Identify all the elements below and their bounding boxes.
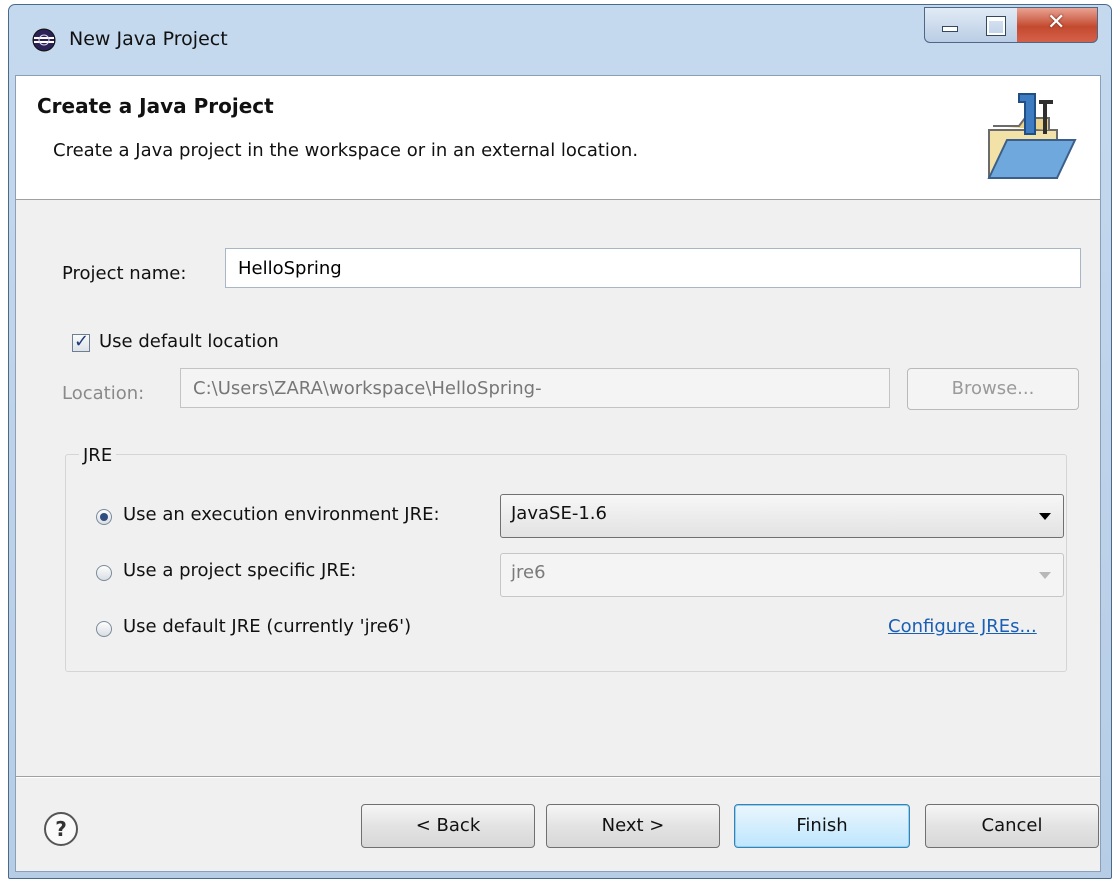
banner-title: Create a Java Project (37, 94, 274, 118)
minimize-icon (942, 26, 958, 32)
default-jre-radio[interactable] (96, 621, 112, 637)
execution-environment-select[interactable]: JavaSE-1.6 (500, 494, 1064, 538)
dialog-window: New Java Project ✕ Create a Java Project… (8, 4, 1112, 879)
next-button[interactable]: Next > (546, 804, 720, 848)
title-bar[interactable]: New Java Project ✕ (9, 5, 1111, 75)
cancel-button[interactable]: Cancel (925, 804, 1099, 848)
back-button[interactable]: < Back (361, 804, 535, 848)
execution-environment-radio[interactable] (96, 509, 112, 525)
configure-jres-link[interactable]: Configure JREs... (888, 616, 1037, 637)
execution-environment-label: Use an execution environment JRE: (123, 504, 440, 525)
project-specific-jre-radio[interactable] (96, 565, 112, 581)
dialog-content: Create a Java Project Create a Java proj… (15, 75, 1101, 872)
project-name-input[interactable] (225, 248, 1081, 288)
project-specific-jre-label: Use a project specific JRE: (123, 560, 357, 581)
close-icon: ✕ (1047, 10, 1066, 35)
checkmark-icon: ✓ (74, 331, 90, 352)
use-default-location-checkbox[interactable]: ✓ (72, 331, 90, 352)
help-icon[interactable]: ? (44, 812, 78, 846)
footer-separator (16, 776, 1100, 778)
default-jre-label: Use default JRE (currently 'jre6') (123, 616, 412, 637)
banner-description: Create a Java project in the workspace o… (53, 140, 639, 161)
location-label: Location: (62, 383, 145, 404)
project-specific-jre-select[interactable]: jre6 (500, 553, 1064, 597)
chevron-down-icon (1039, 572, 1051, 579)
wizard-banner: Create a Java Project Create a Java proj… (16, 76, 1100, 200)
maximize-icon (986, 16, 1006, 36)
project-name-label: Project name: (62, 263, 187, 284)
window-title: New Java Project (69, 28, 228, 50)
finish-button[interactable]: Finish (734, 804, 910, 848)
browse-button[interactable]: Browse... (907, 368, 1079, 410)
use-default-location-label: Use default location (99, 331, 279, 352)
maximize-button[interactable] (973, 7, 1018, 43)
java-project-folder-icon (987, 93, 1077, 179)
radio-selected-dot (100, 513, 108, 521)
eclipse-icon (32, 28, 56, 52)
chevron-down-icon (1039, 513, 1051, 520)
project-specific-jre-value: jre6 (511, 562, 546, 583)
close-button[interactable]: ✕ (1017, 7, 1098, 43)
location-input[interactable] (180, 368, 890, 408)
jre-group-label: JRE (79, 445, 117, 466)
minimize-button[interactable] (924, 7, 974, 43)
execution-environment-value: JavaSE-1.6 (511, 503, 607, 524)
